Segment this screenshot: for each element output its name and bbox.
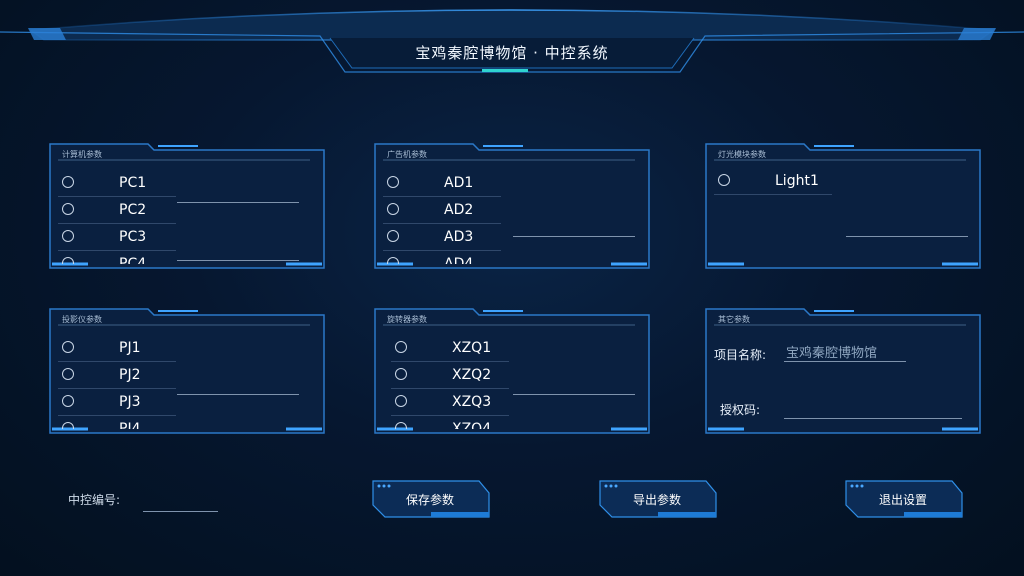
radio-button[interactable] <box>395 341 407 353</box>
list-item[interactable]: AD1 <box>383 170 501 197</box>
radio-button[interactable] <box>62 257 74 264</box>
param-input[interactable] <box>846 236 968 237</box>
list-item[interactable]: AD2 <box>383 197 501 224</box>
item-label: PJ1 <box>119 340 141 356</box>
panel-title: 投影仪参数 <box>62 315 102 324</box>
header-bar: 宝鸡秦腔博物馆 · 中控系统 <box>0 0 1024 80</box>
radio-button[interactable] <box>62 341 74 353</box>
ad-params-panel: 广告机参数 AD1 AD2 AD3 AD4 <box>373 142 651 272</box>
item-label: PC1 <box>119 175 147 191</box>
export-button[interactable]: 导出参数 <box>598 479 718 519</box>
radio-button[interactable] <box>62 203 74 215</box>
auth-code-label: 授权码: <box>720 403 761 417</box>
save-button-label: 保存参数 <box>405 493 454 507</box>
radio-button[interactable] <box>395 422 407 429</box>
item-label: XZQ4 <box>452 421 492 429</box>
panel-title: 灯光模块参数 <box>718 150 766 159</box>
item-label: PJ2 <box>119 367 141 383</box>
param-input[interactable] <box>513 394 635 395</box>
project-name-label: 项目名称: <box>714 348 767 362</box>
export-button-label: 导出参数 <box>632 493 681 507</box>
radio-button[interactable] <box>387 257 399 264</box>
computer-list: PC1 PC2 PC3 PC4 <box>58 170 320 264</box>
item-label: XZQ2 <box>452 367 492 383</box>
list-item[interactable]: PC1 <box>58 170 176 197</box>
list-item[interactable]: XZQ2 <box>391 362 509 389</box>
list-item[interactable]: AD4 <box>383 251 501 264</box>
param-input-2[interactable] <box>177 260 299 261</box>
radio-button[interactable] <box>387 230 399 242</box>
control-id-label: 中控编号: <box>68 493 121 507</box>
radio-button[interactable] <box>387 176 399 188</box>
list-item[interactable]: PJ1 <box>58 335 176 362</box>
exit-button-label: 退出设置 <box>878 493 927 507</box>
exit-button[interactable]: 退出设置 <box>844 479 964 519</box>
list-item[interactable]: Light1 <box>714 168 832 195</box>
item-label: XZQ3 <box>452 394 492 410</box>
project-name-underline <box>784 361 906 362</box>
radio-button[interactable] <box>718 174 730 186</box>
list-item[interactable]: PC3 <box>58 224 176 251</box>
radio-button[interactable] <box>62 422 74 429</box>
item-label: AD1 <box>444 175 474 191</box>
rotator-list: XZQ1 XZQ2 XZQ3 XZQ4 <box>391 335 653 429</box>
panel-title: 旋转器参数 <box>387 315 427 324</box>
rotator-params-panel: 旋转器参数 XZQ1 XZQ2 XZQ3 XZQ4 <box>373 307 651 437</box>
list-item[interactable]: XZQ1 <box>391 335 509 362</box>
param-input[interactable] <box>177 394 299 395</box>
item-label: PC2 <box>119 202 147 218</box>
item-label: Light1 <box>775 173 819 189</box>
project-name-field[interactable]: 宝鸡秦腔博物馆 <box>786 342 877 361</box>
list-item[interactable]: PJ2 <box>58 362 176 389</box>
item-label: PJ3 <box>119 394 141 410</box>
save-button[interactable]: 保存参数 <box>371 479 491 519</box>
radio-button[interactable] <box>62 176 74 188</box>
light-list: Light1 <box>714 168 976 262</box>
panel-title: 计算机参数 <box>62 150 102 159</box>
other-params-panel: 其它参数 项目名称: 宝鸡秦腔博物馆 授权码: <box>704 307 982 437</box>
param-input[interactable] <box>513 236 635 237</box>
radio-button[interactable] <box>62 230 74 242</box>
panel-title: 广告机参数 <box>387 150 427 159</box>
item-label: PC3 <box>119 229 147 245</box>
param-input-1[interactable] <box>177 202 299 203</box>
item-label: AD4 <box>444 256 474 264</box>
list-item[interactable]: PC4 <box>58 251 176 264</box>
item-label: AD3 <box>444 229 474 245</box>
projector-list: PJ1 PJ2 PJ3 PJ4 <box>58 335 320 429</box>
computer-params-panel: 计算机参数 PC1 PC2 PC3 PC4 <box>48 142 326 272</box>
ad-list: AD1 AD2 AD3 AD4 <box>383 170 645 264</box>
light-params-panel: 灯光模块参数 Light1 <box>704 142 982 272</box>
list-item[interactable]: XZQ4 <box>391 416 509 429</box>
radio-button[interactable] <box>62 368 74 380</box>
panel-title: 其它参数 <box>718 315 750 324</box>
page-title: 宝鸡秦腔博物馆 · 中控系统 <box>415 44 609 62</box>
control-id-field[interactable] <box>143 511 218 512</box>
projector-params-panel: 投影仪参数 PJ1 PJ2 PJ3 PJ4 <box>48 307 326 437</box>
radio-button[interactable] <box>395 368 407 380</box>
item-label: PC4 <box>119 256 147 264</box>
radio-button[interactable] <box>62 395 74 407</box>
list-item[interactable]: PJ4 <box>58 416 176 429</box>
list-item[interactable]: PC2 <box>58 197 176 224</box>
auth-code-underline <box>784 418 962 419</box>
list-item[interactable]: XZQ3 <box>391 389 509 416</box>
list-item[interactable]: AD3 <box>383 224 501 251</box>
radio-button[interactable] <box>395 395 407 407</box>
item-label: AD2 <box>444 202 474 218</box>
list-item[interactable]: PJ3 <box>58 389 176 416</box>
item-label: PJ4 <box>119 421 141 429</box>
item-label: XZQ1 <box>452 340 492 356</box>
radio-button[interactable] <box>387 203 399 215</box>
